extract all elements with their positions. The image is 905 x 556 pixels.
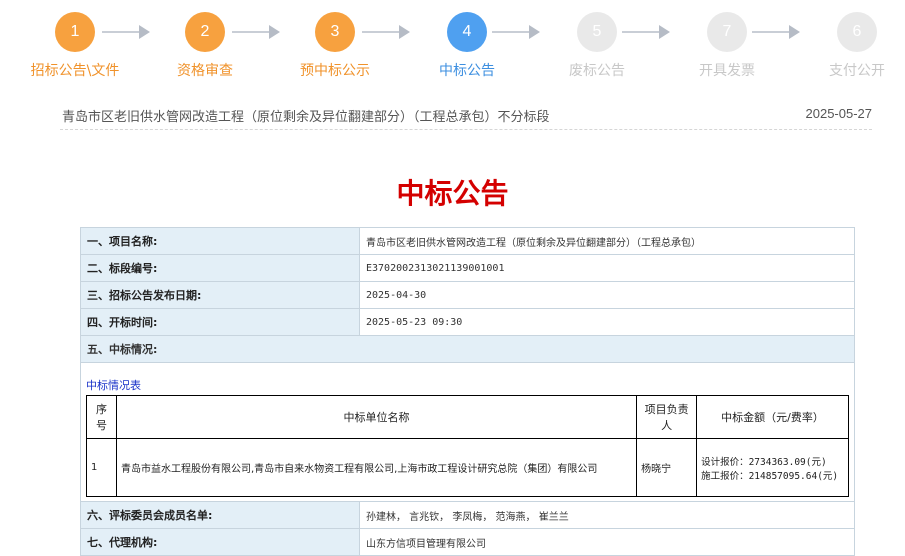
- table-row: 六、评标委员会成员名单: 孙建林， 言兆钦， 李凤梅， 范海燕， 崔兰兰: [80, 501, 855, 529]
- committee-value: 孙建林， 言兆钦， 李凤梅， 范海燕， 崔兰兰: [359, 501, 855, 529]
- section-no-value: E3702002313021139001001: [359, 254, 855, 282]
- step-number: 1: [55, 12, 95, 52]
- project-name-label: 一、项目名称:: [80, 227, 360, 255]
- step-number: 5: [577, 12, 617, 52]
- section-no-label: 二、标段编号:: [80, 254, 360, 282]
- publish-date-value: 2025-04-30: [359, 281, 855, 309]
- project-title: 青岛市区老旧供水管网改造工程（原位剩余及异位翻建部分）（工程总承包）不分标段: [62, 110, 550, 125]
- win-unit: 青岛市益水工程股份有限公司,青岛市自来水物资工程有限公司,上海市政工程设计研究总…: [115, 438, 638, 497]
- win-status-label: 五、中标情况:: [80, 335, 855, 363]
- step-pre-award[interactable]: 3 预中标公示: [270, 12, 400, 80]
- step-award-notice[interactable]: 4 中标公告: [402, 12, 532, 80]
- open-time-label: 四、开标时间:: [80, 308, 360, 336]
- win-status-cell: 中标情况表 序号 中标单位名称 项目负责人 中标金额（元/费率） 1 青岛市益水…: [80, 362, 855, 502]
- project-name-value: 青岛市区老旧供水管网改造工程（原位剩余及异位翻建部分）（工程总承包）: [359, 227, 855, 255]
- step-number: 7: [707, 12, 747, 52]
- win-no: 1: [86, 438, 117, 497]
- col-no-header: 序号: [86, 395, 117, 439]
- win-leader: 杨晓宁: [636, 438, 698, 497]
- step-label: 预中标公示: [300, 63, 370, 79]
- step-number: 6: [837, 12, 877, 52]
- step-invoice[interactable]: 7 开具发票: [662, 12, 792, 80]
- win-table: 序号 中标单位名称 项目负责人 中标金额（元/费率） 1 青岛市益水工程股份有限…: [86, 395, 849, 497]
- table-row: 一、项目名称: 青岛市区老旧供水管网改造工程（原位剩余及异位翻建部分）（工程总承…: [80, 227, 855, 255]
- table-row: 中标情况表 序号 中标单位名称 项目负责人 中标金额（元/费率） 1 青岛市益水…: [80, 362, 855, 502]
- publish-date-label: 三、招标公告发布日期:: [80, 281, 360, 309]
- step-void-notice[interactable]: 5 废标公告: [532, 12, 662, 80]
- table-row: 五、中标情况:: [80, 335, 855, 363]
- notice-heading: 中标公告: [396, 177, 509, 210]
- step-tender-notice[interactable]: 1 招标公告\文件: [10, 12, 140, 80]
- agency-label: 七、代理机构:: [80, 528, 360, 556]
- progress-stepper: 1 招标公告\文件 2 资格审查 3 预中标公示 4 中标公告 5 废标公告 7…: [0, 0, 905, 90]
- table-row: 七、代理机构: 山东方信项目管理有限公司: [80, 528, 855, 556]
- step-label: 招标公告\文件: [30, 63, 120, 79]
- project-header: 青岛市区老旧供水管网改造工程（原位剩余及异位翻建部分）（工程总承包）不分标段 2…: [60, 104, 872, 130]
- award-notice-table: 一、项目名称: 青岛市区老旧供水管网改造工程（原位剩余及异位翻建部分）（工程总承…: [80, 227, 855, 556]
- committee-label: 六、评标委员会成员名单:: [80, 501, 360, 529]
- step-number: 3: [315, 12, 355, 52]
- design-price: 设计报价：2734363.09(元): [701, 456, 827, 468]
- step-number: 2: [185, 12, 225, 52]
- table-row: 1 青岛市益水工程股份有限公司,青岛市自来水物资工程有限公司,上海市政工程设计研…: [86, 438, 849, 497]
- open-time-value: 2025-05-23 09:30: [359, 308, 855, 336]
- col-amount-header: 中标金额（元/费率）: [696, 395, 849, 439]
- table-row: 四、开标时间: 2025-05-23 09:30: [80, 308, 855, 336]
- step-label: 支付公开: [829, 63, 885, 79]
- win-table-header: 序号 中标单位名称 项目负责人 中标金额（元/费率）: [86, 395, 849, 439]
- step-qualification[interactable]: 2 资格审查: [140, 12, 270, 80]
- step-label: 开具发票: [699, 63, 755, 79]
- step-payment[interactable]: 6 支付公开: [792, 12, 905, 80]
- col-unit-header: 中标单位名称: [115, 395, 638, 439]
- step-label: 中标公告: [439, 63, 495, 79]
- step-label: 资格审查: [177, 63, 233, 79]
- win-table-caption: 中标情况表: [86, 379, 141, 392]
- build-price: 施工报价：214857095.64(元): [701, 470, 839, 482]
- step-label: 废标公告: [569, 63, 625, 79]
- project-date: 2025-05-27: [805, 106, 873, 121]
- table-row: 三、招标公告发布日期: 2025-04-30: [80, 281, 855, 309]
- table-row: 二、标段编号: E3702002313021139001001: [80, 254, 855, 282]
- step-number: 4: [447, 12, 487, 52]
- col-leader-header: 项目负责人: [636, 395, 698, 439]
- win-amount: 设计报价：2734363.09(元) 施工报价：214857095.64(元): [696, 438, 849, 497]
- agency-value: 山东方信项目管理有限公司: [359, 528, 855, 556]
